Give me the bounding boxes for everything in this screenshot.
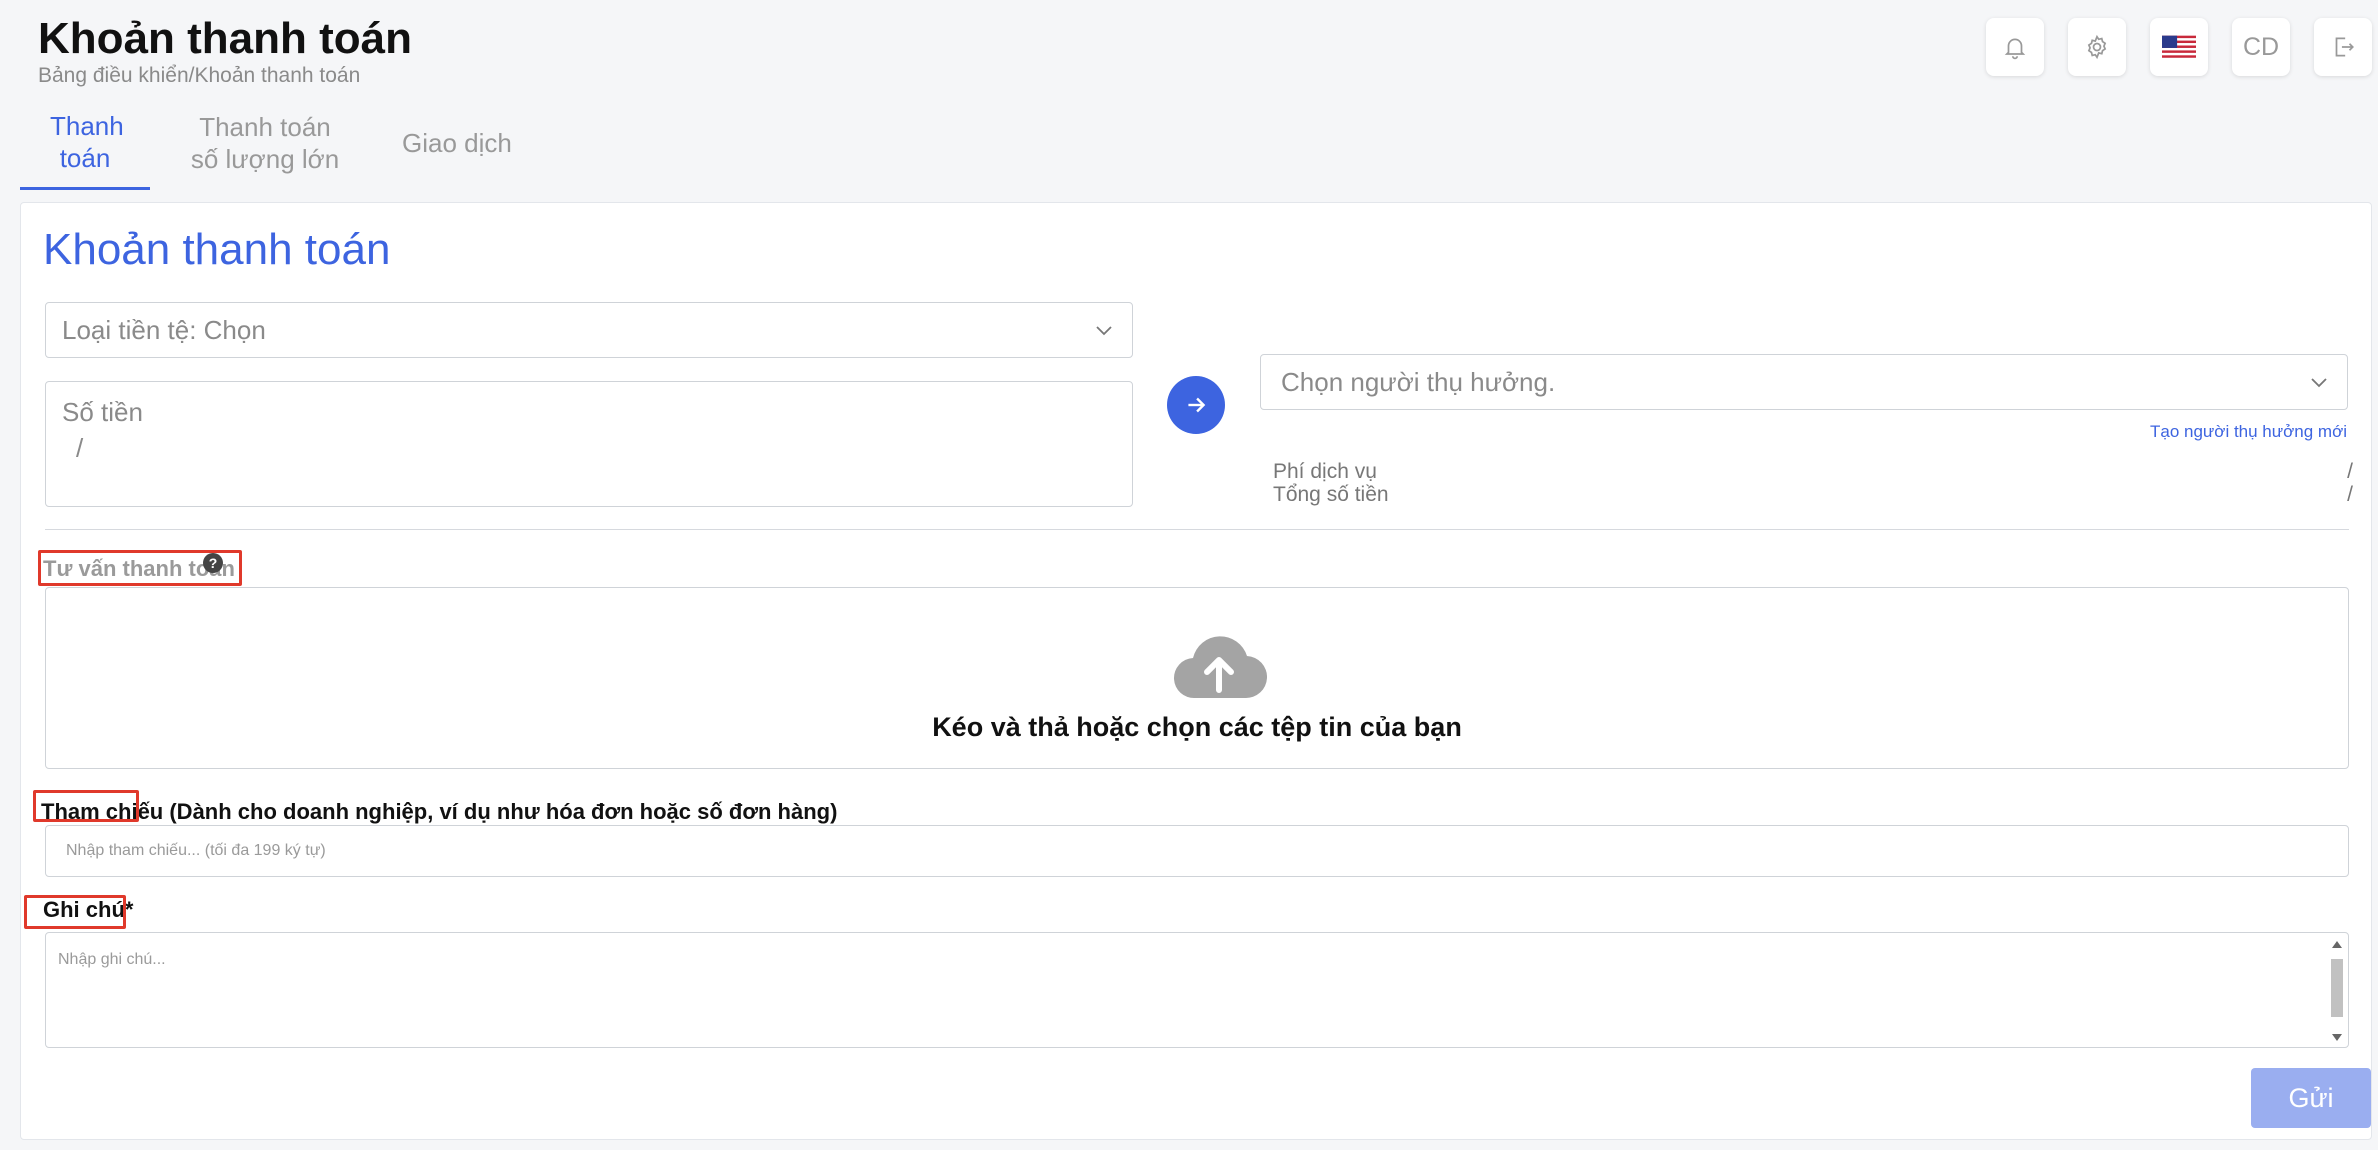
tab-transactions-label: Giao dịch bbox=[402, 128, 512, 158]
currency-select[interactable]: Loại tiền tệ: Chọn bbox=[45, 302, 1133, 358]
tab-bulk-payment[interactable]: Thanh toán số lượng lớn bbox=[150, 96, 380, 190]
language-button[interactable] bbox=[2150, 18, 2208, 76]
beneficiary-placeholder: Chọn người thụ hưởng. bbox=[1281, 366, 1556, 397]
user-avatar-button[interactable]: CD bbox=[2232, 18, 2290, 76]
divider bbox=[45, 529, 2349, 530]
file-dropzone[interactable]: Kéo và thả hoặc chọn các tệp tin của bạn bbox=[45, 587, 2349, 769]
currency-select-value: Loại tiền tệ: Chọn bbox=[62, 314, 266, 345]
total-amount-value: / bbox=[2347, 483, 2353, 506]
payment-form-card: Khoản thanh toán Loại tiền tệ: Chọn Số t… bbox=[20, 202, 2372, 1140]
user-initials: CD bbox=[2242, 32, 2280, 61]
reference-label: Tham chiếu (Dành cho doanh nghiệp, ví dụ… bbox=[41, 799, 838, 824]
bell-icon bbox=[2004, 38, 2026, 60]
reference-input[interactable]: Nhập tham chiếu... (tối đa 199 ký tự) bbox=[45, 825, 2349, 877]
top-toolbar: CD bbox=[1986, 18, 2378, 76]
note-placeholder: Nhập ghi chú... bbox=[58, 951, 166, 968]
amount-field[interactable]: Số tiền / bbox=[45, 381, 1133, 507]
highlight-box bbox=[38, 550, 242, 586]
tab-transactions[interactable]: Giao dịch bbox=[380, 96, 534, 190]
service-fee-row: Phí dịch vụ / bbox=[1273, 460, 2353, 484]
scroll-down-arrow[interactable] bbox=[2332, 1034, 2342, 1041]
submit-button[interactable]: Gửi bbox=[2251, 1068, 2371, 1128]
highlight-box bbox=[33, 790, 139, 822]
scroll-thumb[interactable] bbox=[2331, 959, 2343, 1017]
note-scrollbar[interactable] bbox=[2328, 935, 2346, 1045]
payment-tabs: Thanh toán Thanh toán số lượng lớn Giao … bbox=[20, 96, 534, 190]
breadcrumb: Bảng điều khiển/Khoản thanh toán bbox=[38, 64, 361, 87]
notifications-button[interactable] bbox=[1986, 18, 2044, 76]
gear-icon bbox=[2087, 34, 2107, 60]
total-amount-label: Tổng số tiền bbox=[1273, 483, 1389, 506]
service-fee-label: Phí dịch vụ bbox=[1273, 460, 1377, 483]
amount-value: / bbox=[76, 433, 84, 463]
chevron-down-icon bbox=[1096, 326, 1112, 336]
arrow-right-icon bbox=[1188, 397, 1206, 413]
cloud-upload-icon bbox=[1173, 636, 1267, 699]
dropzone-text: Kéo và thả hoặc chọn các tệp tin của bạn bbox=[932, 712, 1462, 742]
form-title: Khoản thanh toán bbox=[43, 225, 391, 274]
tab-payment-label: Thanh toán bbox=[50, 110, 124, 173]
create-beneficiary-link[interactable]: Tạo người thụ hưởng mới bbox=[2150, 422, 2347, 442]
page-title: Khoản thanh toán bbox=[38, 14, 412, 63]
logout-button[interactable] bbox=[2314, 18, 2372, 76]
amount-label: Số tiền bbox=[62, 397, 143, 427]
logout-icon bbox=[2335, 37, 2354, 57]
highlight-box bbox=[24, 895, 126, 929]
beneficiary-select[interactable]: Chọn người thụ hưởng. bbox=[1260, 354, 2348, 410]
note-textarea[interactable]: Nhập ghi chú... bbox=[45, 932, 2349, 1048]
service-fee-value: / bbox=[2347, 460, 2353, 483]
tab-bulk-payment-label: Thanh toán số lượng lớn bbox=[190, 112, 340, 174]
settings-button[interactable] bbox=[2068, 18, 2126, 76]
reference-placeholder: Nhập tham chiếu... (tối đa 199 ký tự) bbox=[66, 842, 326, 859]
chevron-down-icon bbox=[2311, 378, 2327, 388]
scroll-up-arrow[interactable] bbox=[2332, 941, 2342, 948]
convert-arrow-button[interactable] bbox=[1167, 376, 1225, 434]
us-flag-icon bbox=[2162, 35, 2196, 59]
total-amount-row: Tổng số tiền / bbox=[1273, 483, 2353, 507]
payments-page: Khoản thanh toán Bảng điều khiển/Khoản t… bbox=[0, 0, 2378, 1150]
tab-payment[interactable]: Thanh toán bbox=[20, 96, 150, 190]
